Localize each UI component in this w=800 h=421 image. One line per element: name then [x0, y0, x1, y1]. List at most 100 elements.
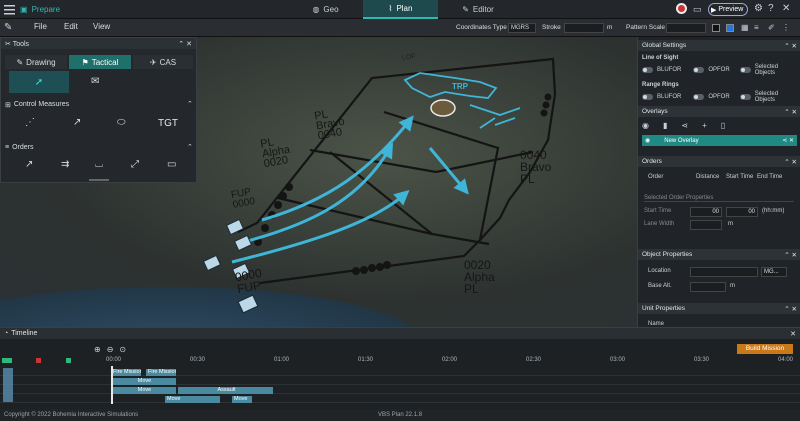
alpha-pl-right-label: 0020 Alpha PL	[464, 258, 495, 296]
order-block-tool[interactable]: ⌴	[95, 159, 103, 170]
gear-icon[interactable]: ⚙	[754, 3, 763, 14]
preview-button[interactable]: ▶ Preview	[708, 3, 748, 16]
timeline-bar-move[interactable]: Move	[232, 396, 252, 403]
menu-file[interactable]: File	[34, 22, 47, 31]
tab-cas[interactable]: ✈ CAS	[133, 55, 193, 69]
location-format-select[interactable]: MG...	[761, 267, 787, 277]
menu-edit[interactable]: Edit	[64, 22, 78, 31]
order-advance-tool[interactable]: ⇉	[61, 159, 69, 170]
object-properties-header[interactable]: Object Properties ⌃ ✕	[638, 249, 800, 260]
rr-selected-toggle[interactable]	[739, 94, 751, 100]
rr-opfor-toggle[interactable]	[693, 94, 705, 100]
coord-type-select[interactable]: MGRS	[508, 23, 536, 33]
base-alt-input[interactable]	[690, 282, 726, 292]
track-indicator	[66, 358, 71, 363]
eye-icon[interactable]: ◉	[645, 137, 650, 144]
location-input[interactable]	[690, 267, 758, 277]
line-style-icon[interactable]: ≡	[754, 23, 759, 32]
collapse-close-icon[interactable]: ⌃ ✕	[784, 108, 797, 116]
close-icon[interactable]: ✕	[790, 330, 800, 338]
copyright-text: Copyright © 2022 Bohemia Interactive Sim…	[4, 412, 139, 418]
unit-properties-header[interactable]: Unit Properties ⌃ ✕	[638, 303, 800, 314]
record-icon[interactable]	[676, 3, 687, 14]
menu-view[interactable]: View	[93, 22, 110, 31]
help-icon[interactable]: ?	[768, 3, 774, 14]
timeline-bar-move[interactable]: Move	[165, 396, 220, 403]
screen-icon[interactable]: ▭	[693, 4, 702, 15]
chevron-up-icon[interactable]: ⌃	[187, 100, 193, 108]
collapse-icon[interactable]: ⌃	[178, 41, 184, 48]
pattern-icon[interactable]: ▦	[741, 23, 749, 32]
collapse-close-icon[interactable]: ⌃ ✕	[784, 42, 797, 50]
timeline-bar-fire-mission[interactable]: Fire Mission	[146, 369, 176, 376]
overlays-header[interactable]: Overlays ⌃ ✕	[638, 106, 800, 117]
order-misc-tool[interactable]: ▭	[167, 159, 176, 170]
playhead[interactable]	[111, 366, 113, 404]
build-mission-button[interactable]: Build Mission	[737, 344, 793, 354]
collapse-close-icon[interactable]: ⌃ ✕	[784, 158, 797, 166]
start-hours-input[interactable]: 00	[690, 207, 722, 217]
timeline-bar-fire-mission[interactable]: Fire Mission	[111, 369, 141, 376]
timeline-header: ◔ Timeline ✕	[0, 328, 800, 339]
tools-icon: ✂	[5, 40, 11, 48]
close-icon[interactable]: ✕	[782, 3, 790, 14]
menu-icon[interactable]	[4, 4, 15, 15]
tab-plan[interactable]: ⌇ Plan	[363, 0, 438, 19]
lock-icon[interactable]: ▮	[663, 121, 667, 130]
time-unit: (hh:mm)	[762, 208, 785, 214]
envelope-tool[interactable]: ✉	[91, 76, 99, 87]
line-tool[interactable]: ⋰	[25, 117, 35, 128]
delete-icon[interactable]: ▯	[721, 121, 725, 130]
tgt-tool[interactable]: TGT	[158, 118, 178, 129]
tab-geo[interactable]: ◍ Geo	[288, 0, 363, 19]
timeline-bar-move[interactable]: Move	[111, 387, 176, 394]
eye-icon[interactable]: ◉	[642, 121, 649, 130]
options-icon[interactable]: ⋮	[782, 23, 790, 32]
order-breach-tool[interactable]: ⤢	[131, 159, 139, 170]
orders-col-distance: Distance	[696, 174, 720, 180]
share-icon[interactable]: ⋖	[681, 121, 688, 130]
color-swatch-blue[interactable]	[726, 24, 734, 32]
overlay-item[interactable]: ◉ New Overlay ⋖ ✕	[642, 135, 797, 146]
timeline-bar-assault[interactable]: Assault	[178, 387, 273, 394]
los-opfor-toggle[interactable]	[693, 67, 705, 73]
axis-tool[interactable]: ↗	[73, 117, 81, 128]
orders-header[interactable]: Orders ⌃ ✕	[638, 156, 800, 167]
zoom-out-icon[interactable]: ⊖	[107, 345, 114, 354]
axis-arrow-icon: ↗	[73, 117, 82, 128]
los-selected-toggle[interactable]	[739, 67, 751, 73]
stroke-input[interactable]	[564, 23, 604, 33]
los-options: BLUFOR OPFOR Selected Objects	[642, 64, 800, 76]
start-minutes-input[interactable]: 00	[726, 207, 758, 217]
tactical-icon: ⚑	[81, 57, 89, 67]
fit-icon[interactable]: ⊙	[119, 345, 126, 354]
collapse-close-icon[interactable]: ⌃ ✕	[784, 251, 797, 259]
collapse-close-icon[interactable]: ⌃ ✕	[784, 305, 797, 313]
start-time-label: Start Time	[644, 208, 672, 214]
share-close-icon[interactable]: ⋖ ✕	[782, 137, 797, 144]
timeline-bar-move[interactable]: Move	[111, 378, 176, 385]
color-swatch-black[interactable]	[712, 24, 720, 32]
select-tool[interactable]: ➚	[9, 71, 69, 93]
order-attack-tool[interactable]: ↗	[25, 159, 33, 170]
orders-section[interactable]: ≡ Orders	[5, 144, 34, 151]
area-tool[interactable]: ⬭	[117, 117, 126, 128]
los-blufor-toggle[interactable]	[642, 67, 653, 73]
chevron-up-icon[interactable]: ⌃	[187, 143, 193, 151]
tab-drawing[interactable]: ✎ Drawing	[5, 55, 67, 69]
zoom-in-icon[interactable]: ⊕	[94, 345, 101, 354]
pattern-scale-input[interactable]	[666, 23, 706, 33]
global-settings-header[interactable]: Global Settings ⌃ ✕	[638, 40, 800, 51]
tab-editor[interactable]: ✎ Editor	[438, 0, 518, 19]
rr-blufor-toggle[interactable]	[642, 94, 653, 100]
pattern-scale-label: Pattern Scale	[626, 24, 666, 31]
control-measures-section[interactable]: ⊞ Control Measures	[5, 101, 69, 109]
lane-width-input[interactable]	[690, 220, 722, 230]
resize-handle[interactable]	[89, 179, 109, 181]
tab-tactical[interactable]: ⚑ Tactical	[69, 55, 131, 69]
close-icon[interactable]: ✕	[186, 41, 192, 48]
brush-icon[interactable]: ✐	[768, 23, 775, 32]
add-icon[interactable]: +	[702, 121, 707, 130]
aircraft-icon: ✈	[149, 57, 157, 67]
draw-tools-icon[interactable]: ✎	[4, 22, 12, 33]
